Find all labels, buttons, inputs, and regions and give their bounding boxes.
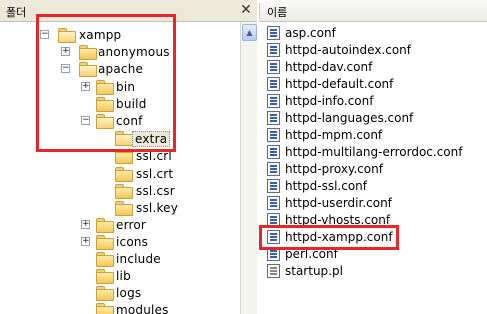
tree-node-error[interactable]: + error <box>80 216 240 234</box>
folder-icon <box>95 302 114 314</box>
tree-node-label: ssl.csr <box>136 184 175 198</box>
config-file-icon <box>267 145 280 159</box>
tree-node-label: include <box>116 252 161 266</box>
file-item[interactable]: httpd-info.conf <box>265 93 465 110</box>
file-item[interactable]: httpd-ssl.conf <box>265 178 465 195</box>
file-name: httpd-dav.conf <box>285 60 373 74</box>
file-name: asp.conf <box>285 26 336 40</box>
file-name: httpd-userdir.conf <box>285 196 392 210</box>
folder-tree-scrollbar[interactable]: ▲ <box>240 22 257 314</box>
file-name: httpd-info.conf <box>285 94 374 108</box>
config-file-icon <box>267 162 280 176</box>
tree-node-lib[interactable]: lib <box>80 267 240 285</box>
config-file-icon <box>267 77 280 91</box>
file-name: httpd-default.conf <box>285 77 394 91</box>
folder-icon <box>114 200 133 216</box>
folder-icon <box>95 268 114 284</box>
file-item[interactable]: httpd-proxy.conf <box>265 161 465 178</box>
file-name: httpd-autoindex.conf <box>285 43 411 57</box>
close-icon[interactable]: ✕ <box>238 2 254 18</box>
expand-icon[interactable]: + <box>81 220 90 229</box>
tree-node-label: logs <box>116 286 142 300</box>
config-file-icon <box>267 43 280 57</box>
file-item[interactable]: asp.conf <box>265 25 465 42</box>
tree-node-include[interactable]: include <box>80 250 240 268</box>
folder-icon <box>114 166 133 182</box>
file-item[interactable]: httpd-mpm.conf <box>265 127 465 144</box>
annotation-highlight-file <box>259 225 399 250</box>
file-name: httpd-mpm.conf <box>285 128 383 142</box>
tree-node-icons[interactable]: + icons <box>80 233 240 251</box>
folder-icon <box>95 217 114 233</box>
tree-node-ssl-csr[interactable]: ssl.csr <box>112 182 232 200</box>
column-divider <box>259 3 260 19</box>
file-name: httpd-proxy.conf <box>285 162 383 176</box>
folder-icon <box>114 183 133 199</box>
column-header-name[interactable]: 이름 <box>259 0 487 22</box>
tree-node-label: lib <box>116 269 131 283</box>
tree-node-label: icons <box>116 235 149 249</box>
tree-node-ssl-crt[interactable]: ssl.crt <box>112 165 232 183</box>
config-file-icon <box>267 26 280 40</box>
file-list-pane: 이름 asp.conf httpd-autoindex.conf httpd-d… <box>259 0 487 314</box>
tree-node-label: modules <box>116 303 169 314</box>
file-item[interactable]: httpd-languages.conf <box>265 110 465 127</box>
config-file-icon <box>267 179 280 193</box>
config-file-icon <box>267 128 280 142</box>
folder-icon <box>95 234 114 250</box>
column-header-label: 이름 <box>267 6 288 19</box>
config-file-icon <box>267 111 280 125</box>
config-file-icon <box>267 60 280 74</box>
tree-node-label: ssl.crt <box>136 167 174 181</box>
annotation-highlight-folder <box>36 14 176 152</box>
tree-node-label: error <box>116 218 147 232</box>
folder-icon <box>95 285 114 301</box>
folder-icon <box>95 251 114 267</box>
tree-node-ssl-key[interactable]: ssl.key <box>112 199 232 217</box>
file-item[interactable]: httpd-autoindex.conf <box>265 42 465 59</box>
file-item[interactable]: httpd-dav.conf <box>265 59 465 76</box>
file-item[interactable]: httpd-userdir.conf <box>265 195 465 212</box>
text-file-icon <box>267 264 280 278</box>
file-name: httpd-languages.conf <box>285 111 414 125</box>
file-item[interactable]: startup.pl <box>265 263 465 280</box>
file-item[interactable]: httpd-multilang-errordoc.conf <box>265 144 485 161</box>
file-name: httpd-multilang-errordoc.conf <box>285 145 463 159</box>
folder-pane: 폴더 ✕ − xampp + anonymous − apache + bin <box>0 0 257 314</box>
tree-node-label: ssl.key <box>136 201 179 215</box>
folder-pane-title: 폴더 <box>6 6 27 19</box>
scroll-up-button[interactable]: ▲ <box>242 24 257 41</box>
expand-icon[interactable]: + <box>81 237 90 246</box>
config-file-icon <box>267 196 280 210</box>
tree-node-modules[interactable]: modules <box>80 301 240 314</box>
file-item[interactable]: httpd-default.conf <box>265 76 465 93</box>
file-name: httpd-ssl.conf <box>285 179 368 193</box>
file-name: startup.pl <box>285 264 343 278</box>
tree-node-logs[interactable]: logs <box>80 284 240 302</box>
config-file-icon <box>267 94 280 108</box>
